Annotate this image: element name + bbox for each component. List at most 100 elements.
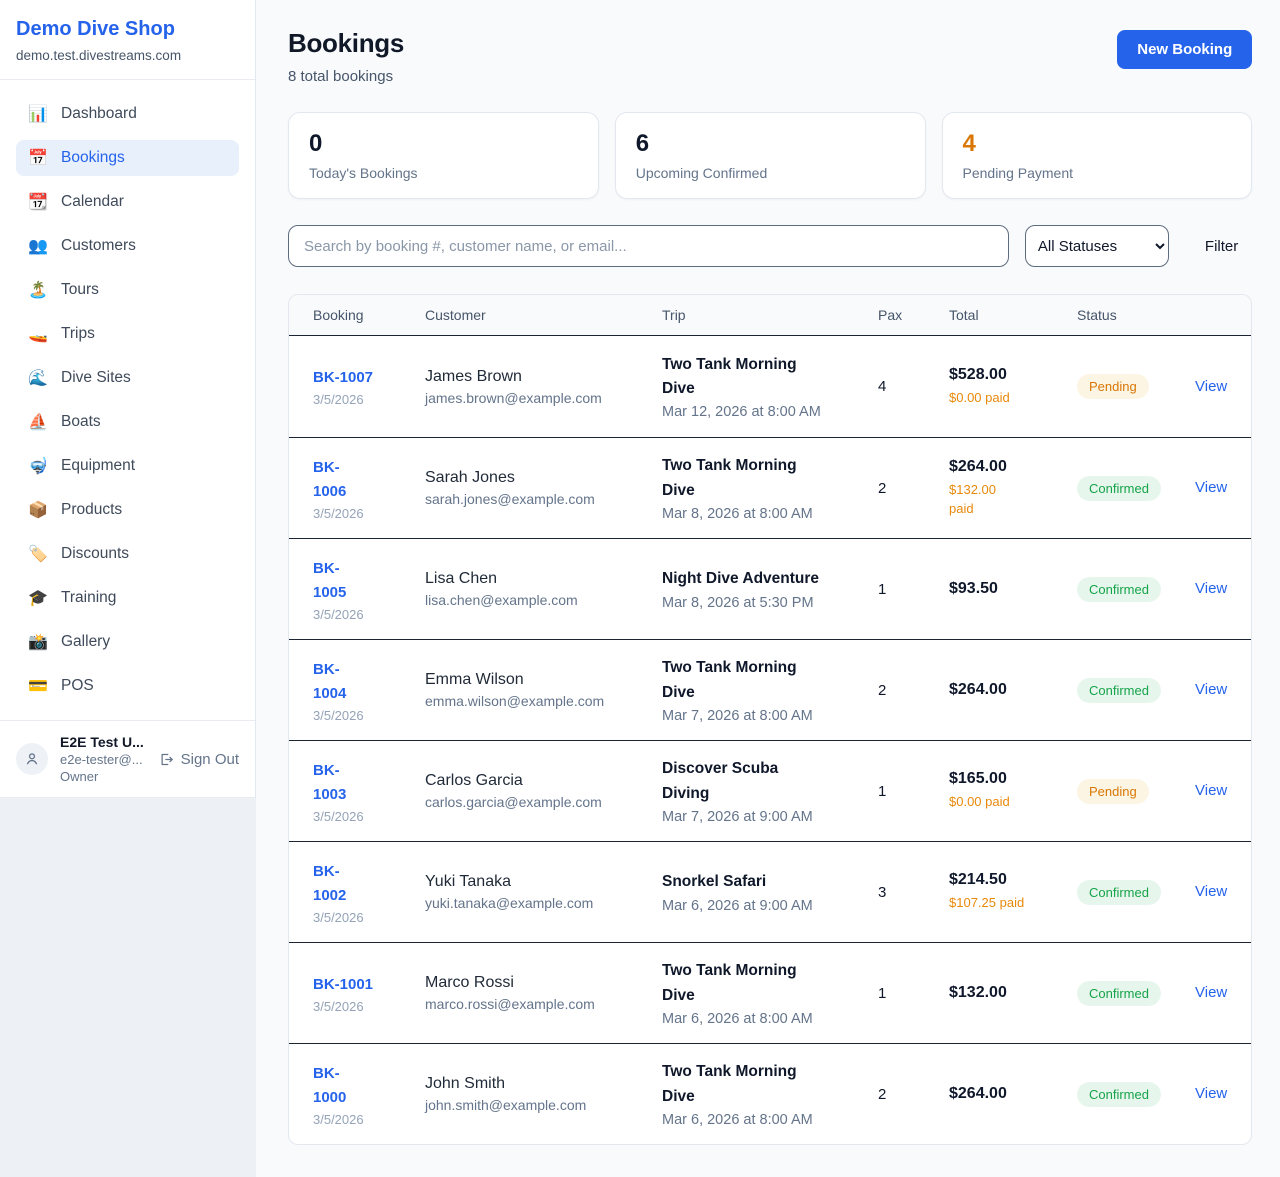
booking-date: 3/5/2026	[313, 809, 425, 824]
sidebar-item-equipment[interactable]: 🤿 Equipment	[16, 448, 239, 484]
sidebar-item-gallery[interactable]: 📸 Gallery	[16, 624, 239, 660]
sidebar-item-pos[interactable]: 💳 POS	[16, 668, 239, 704]
paid-amount-line: paid	[949, 499, 1077, 519]
booking-link[interactable]: BK-1005	[313, 557, 425, 605]
person-icon	[24, 751, 40, 767]
booking-link[interactable]: BK-1007	[313, 366, 425, 390]
filter-button[interactable]: Filter	[1205, 238, 1238, 255]
stat-value: 4	[963, 130, 1232, 158]
sidebar-item-products[interactable]: 📦 Products	[16, 492, 239, 528]
stat-card: 0 Today's Bookings	[288, 112, 599, 199]
cell-pax: 2	[878, 480, 949, 497]
customer-email: carlos.garcia@example.com	[425, 794, 662, 810]
view-link[interactable]: View	[1195, 681, 1227, 698]
sign-out-button[interactable]: Sign Out	[159, 751, 239, 768]
main-content: Bookings 8 total bookings New Booking 0 …	[256, 0, 1280, 1177]
sidebar-item-bookings[interactable]: 📅 Bookings	[16, 140, 239, 176]
sidebar-item-training[interactable]: 🎓 Training	[16, 580, 239, 616]
page-title: Bookings	[288, 28, 404, 59]
cell-customer: Marco Rossi marco.rossi@example.com	[425, 974, 662, 1012]
view-link[interactable]: View	[1195, 580, 1227, 597]
booking-id-line: 1005	[313, 581, 425, 605]
cell-pax: 2	[878, 682, 949, 699]
trip-name-line: Discover Scuba	[662, 757, 878, 781]
sidebar-item-label: Customers	[61, 237, 136, 255]
stat-label: Upcoming Confirmed	[636, 165, 905, 181]
sidebar-item-discounts[interactable]: 🏷️ Discounts	[16, 536, 239, 572]
status-badge: Pending	[1077, 779, 1149, 804]
customer-email: emma.wilson@example.com	[425, 693, 662, 709]
trip-name-line: Two Tank Morning	[662, 1060, 878, 1084]
customer-email: john.smith@example.com	[425, 1097, 662, 1113]
cell-pax: 1	[878, 985, 949, 1002]
status-badge: Confirmed	[1077, 981, 1161, 1006]
status-filter-select[interactable]: All Statuses	[1025, 225, 1169, 267]
view-link[interactable]: View	[1195, 1085, 1227, 1102]
trip-name-line: Dive	[662, 1085, 878, 1109]
total-amount: $528.00	[949, 366, 1077, 384]
trip-datetime: Mar 7, 2026 at 8:00 AM	[662, 708, 878, 724]
sidebar-item-calendar[interactable]: 📆 Calendar	[16, 184, 239, 220]
cell-customer: Sarah Jones sarah.jones@example.com	[425, 469, 662, 507]
total-amount: $165.00	[949, 770, 1077, 788]
cell-customer: Carlos Garcia carlos.garcia@example.com	[425, 772, 662, 810]
sidebar-item-dive-sites[interactable]: 🌊 Dive Sites	[16, 360, 239, 396]
cell-total: $264.00 $132.00paid	[949, 458, 1077, 519]
customer-email: yuki.tanaka@example.com	[425, 895, 662, 911]
table-row: BK-1004 3/5/2026 Emma Wilson emma.wilson…	[289, 639, 1251, 740]
cell-status: Confirmed	[1077, 577, 1195, 602]
sign-out-label: Sign Out	[181, 751, 239, 768]
cell-booking: BK-1003 3/5/2026	[313, 759, 425, 824]
booking-link[interactable]: BK-1002	[313, 860, 425, 908]
booking-id-line: 1003	[313, 783, 425, 807]
cell-trip: Discover ScubaDiving Mar 7, 2026 at 9:00…	[662, 757, 878, 824]
sidebar-item-trips[interactable]: 🚤 Trips	[16, 316, 239, 352]
total-bookings-count: 8 total bookings	[288, 68, 404, 85]
view-link[interactable]: View	[1195, 378, 1227, 395]
cell-status: Confirmed	[1077, 1082, 1195, 1107]
cell-trip: Two Tank MorningDive Mar 6, 2026 at 8:00…	[662, 959, 878, 1026]
booking-date: 3/5/2026	[313, 708, 425, 723]
view-link[interactable]: View	[1195, 883, 1227, 900]
sidebar-item-tours[interactable]: 🏝️ Tours	[16, 272, 239, 308]
cell-pax: 3	[878, 884, 949, 901]
cell-total: $93.50	[949, 580, 1077, 598]
cell-total: $264.00	[949, 681, 1077, 699]
sidebar-item-label: Equipment	[61, 457, 135, 475]
booking-id-line: BK-	[313, 658, 425, 682]
cell-view: View	[1195, 883, 1227, 901]
cell-customer: James Brown james.brown@example.com	[425, 368, 662, 406]
sidebar-item-dashboard[interactable]: 📊 Dashboard	[16, 96, 239, 132]
stats-row: 0 Today's Bookings 6 Upcoming Confirmed …	[288, 112, 1252, 199]
cell-trip: Two Tank MorningDive Mar 6, 2026 at 8:00…	[662, 1060, 878, 1127]
booking-date: 3/5/2026	[313, 1112, 425, 1127]
status-badge: Confirmed	[1077, 678, 1161, 703]
booking-link[interactable]: BK-1003	[313, 759, 425, 807]
view-link[interactable]: View	[1195, 782, 1227, 799]
booking-date: 3/5/2026	[313, 607, 425, 622]
filter-row: All Statuses Filter	[288, 225, 1252, 267]
trip-datetime: Mar 8, 2026 at 5:30 PM	[662, 595, 878, 611]
sidebar-item-customers[interactable]: 👥 Customers	[16, 228, 239, 264]
booking-link[interactable]: BK-1001	[313, 973, 425, 997]
view-link[interactable]: View	[1195, 984, 1227, 1001]
customer-name: John Smith	[425, 1075, 662, 1093]
customer-name: Yuki Tanaka	[425, 873, 662, 891]
search-input[interactable]	[288, 225, 1009, 267]
table-row: BK-1003 3/5/2026 Carlos Garcia carlos.ga…	[289, 740, 1251, 841]
booking-link[interactable]: BK-1000	[313, 1062, 425, 1110]
new-booking-button[interactable]: New Booking	[1117, 30, 1252, 69]
sidebar-item-boats[interactable]: ⛵ Boats	[16, 404, 239, 440]
booking-id-line: BK-1001	[313, 973, 425, 997]
booking-id-line: BK-1007	[313, 366, 425, 390]
view-link[interactable]: View	[1195, 479, 1227, 496]
booking-date: 3/5/2026	[313, 506, 425, 521]
booking-link[interactable]: BK-1004	[313, 658, 425, 706]
pos-icon: 💳	[28, 676, 48, 696]
sidebar-item-label: Training	[61, 589, 116, 607]
trip-name-line: Two Tank Morning	[662, 454, 878, 478]
total-amount: $214.50	[949, 871, 1077, 889]
booking-id-line: BK-	[313, 557, 425, 581]
booking-link[interactable]: BK-1006	[313, 456, 425, 504]
cell-view: View	[1195, 378, 1227, 396]
